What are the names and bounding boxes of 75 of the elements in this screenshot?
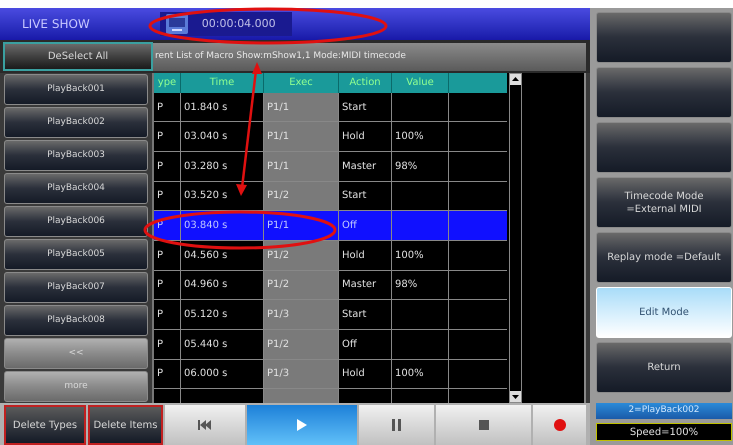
table-row[interactable]: P 05.440 s P1/2 Off (154, 330, 507, 360)
table-row[interactable]: P 06.000 s P1/3 Hold 100% (154, 360, 507, 390)
side-button[interactable] (596, 122, 732, 173)
table-cell: 100% (392, 360, 449, 388)
table-cell: P (154, 330, 181, 359)
side-button[interactable] (596, 12, 732, 63)
table-cell: P1/2 (264, 270, 339, 300)
playback-button[interactable]: PlayBack002 (4, 107, 148, 138)
scroll-down-icon[interactable] (510, 391, 521, 402)
side-button[interactable] (596, 67, 732, 118)
side-button[interactable]: Edit Mode (596, 287, 732, 338)
playback-button[interactable]: PlayBack003 (4, 140, 148, 171)
timecode-text: 00:00:04.000 (202, 16, 277, 32)
info-bar: rent List of Macro Show:mShow1,1 Mode:MIDI timecode (153, 42, 586, 70)
table-cell: 100% (392, 122, 449, 152)
table-cell: P (154, 92, 181, 122)
table-cell: P1/1 (264, 92, 339, 122)
table-cell: Start (339, 92, 392, 122)
table-row[interactable]: P 03.040 s P1/1 Hold 100% (154, 122, 507, 152)
pause-icon (392, 419, 402, 431)
playback-status: 2=PlayBack002 (596, 403, 732, 419)
play-icon (297, 419, 307, 431)
record-button[interactable] (533, 405, 586, 445)
table-cell: P (154, 122, 181, 152)
window-title: LIVE SHOW (22, 16, 90, 33)
playback-button[interactable]: PlayBack004 (4, 173, 148, 204)
stop-button[interactable] (436, 405, 531, 445)
table-cell: Hold (339, 360, 392, 388)
table-row[interactable]: P 03.280 s P1/1 Master 98% (154, 152, 507, 182)
playback-button[interactable]: PlayBack007 (4, 272, 148, 303)
table-cell: P (154, 240, 181, 270)
scroll-up-icon[interactable] (510, 74, 521, 85)
side-button[interactable]: Replay mode =Default (596, 232, 732, 283)
table-cell: Master (339, 270, 392, 300)
table-cell: P1/1 (264, 122, 339, 152)
table-cell: Hold (339, 122, 392, 152)
table-cell: Start (339, 182, 392, 210)
side-button[interactable]: Timecode Mode =External MIDI (596, 177, 732, 228)
skip-back-icon (198, 420, 212, 430)
stop-icon (478, 420, 488, 430)
delete-button[interactable]: Delete Items (88, 405, 163, 445)
table-cell: 100% (392, 240, 449, 270)
table-cell: P1/2 (264, 182, 339, 210)
table-cell: P (154, 270, 181, 300)
table-cell: P (154, 182, 181, 210)
record-icon (554, 419, 566, 431)
playback-button[interactable]: PlayBack006 (4, 206, 148, 237)
table-cell: P1/3 (264, 360, 339, 388)
table-cell: Start (339, 300, 392, 329)
delete-button[interactable]: Delete Types (4, 405, 86, 445)
table-cell: 98% (392, 270, 449, 300)
table-cell: P1/2 (264, 330, 339, 359)
table-cell: P (154, 360, 181, 388)
table-cell: P1/1 (264, 152, 339, 181)
table-row[interactable]: P 03.520 s P1/2 Start (154, 182, 507, 212)
pause-button[interactable] (359, 405, 434, 445)
speed-status: Speed=100% (596, 423, 732, 441)
side-button[interactable]: Return (596, 342, 732, 393)
playback-button[interactable]: PlayBack005 (4, 239, 148, 270)
playback-button[interactable]: PlayBack008 (4, 305, 148, 336)
table-cell: P1/3 (264, 300, 339, 329)
previous-button[interactable] (165, 405, 245, 445)
table-cell: Hold (339, 240, 392, 270)
table-row[interactable]: P 01.840 s P1/1 Start (154, 92, 507, 122)
table-cell: P (154, 152, 181, 181)
table-row[interactable]: P 04.560 s P1/2 Hold 100% (154, 240, 507, 271)
deselect-all-button[interactable]: DeSelect All (3, 42, 153, 71)
table-cell: Master (339, 152, 392, 181)
scrollbar[interactable] (509, 73, 522, 403)
table-cell: Off (339, 330, 392, 359)
table-cell: 98% (392, 152, 449, 181)
table-cell: P (154, 300, 181, 329)
table-row[interactable]: P 04.960 s P1/2 Master 98% (154, 270, 507, 300)
table-row[interactable]: P 05.120 s P1/3 Start (154, 300, 507, 330)
playback-button[interactable]: PlayBack001 (4, 74, 148, 105)
